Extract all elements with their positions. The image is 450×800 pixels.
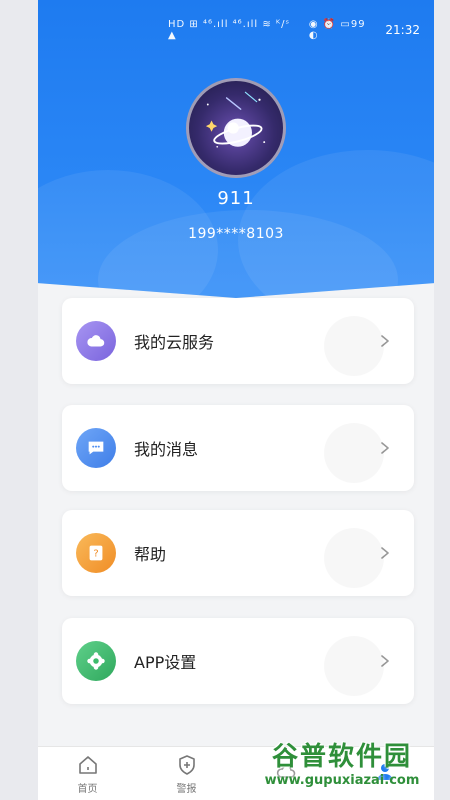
menu-item-app-settings[interactable]: APP设置 bbox=[62, 618, 414, 704]
svg-text:?: ? bbox=[93, 549, 98, 560]
settings-icon bbox=[76, 641, 116, 681]
tab-alarm[interactable]: 警报 bbox=[137, 747, 236, 800]
username: 911 bbox=[217, 188, 255, 209]
status-right-icons: ◉ ⏰ ▭99 ◐ bbox=[308, 19, 366, 41]
status-time: 21:32 bbox=[385, 23, 420, 37]
tab-label: 警报 bbox=[176, 783, 197, 795]
tab-home[interactable]: 首页 bbox=[38, 747, 137, 800]
message-icon bbox=[76, 428, 116, 468]
status-bar: HD ⊞ ⁴⁶.ıll ⁴⁶.ıll ≋ ᴷ/ˢ ▲ ◉ ⏰ ▭99 ◐ 21:… bbox=[168, 19, 420, 41]
watermark-url: www.gupuxiazai.com bbox=[264, 773, 420, 788]
help-icon: ? bbox=[76, 533, 116, 573]
menu-item-cloud-service[interactable]: 我的云服务 bbox=[62, 298, 414, 384]
shield-icon bbox=[178, 754, 195, 775]
phone-number: 199****8103 bbox=[188, 226, 284, 242]
status-left-icons: HD ⊞ ⁴⁶.ıll ⁴⁶.ıll ≋ ᴷ/ˢ ▲ bbox=[168, 19, 291, 41]
watermark-title: 谷普软件园 bbox=[271, 742, 412, 772]
planet-icon bbox=[205, 91, 266, 148]
home-icon bbox=[78, 755, 97, 774]
cloud-icon bbox=[76, 321, 116, 361]
site-watermark: 谷普软件园 www.gupuxiazai.com bbox=[242, 736, 442, 796]
menu-item-my-messages[interactable]: 我的消息 bbox=[62, 405, 414, 491]
avatar[interactable] bbox=[186, 78, 286, 178]
profile-header: HD ⊞ ⁴⁶.ıll ⁴⁶.ıll ≋ ᴷ/ˢ ▲ ◉ ⏰ ▭99 ◐ 21:… bbox=[38, 0, 434, 298]
menu-item-help[interactable]: ? 帮助 bbox=[62, 510, 414, 596]
tab-label: 首页 bbox=[77, 783, 98, 795]
app-screen: HD ⊞ ⁴⁶.ıll ⁴⁶.ıll ≋ ᴷ/ˢ ▲ ◉ ⏰ ▭99 ◐ 21:… bbox=[38, 0, 434, 800]
